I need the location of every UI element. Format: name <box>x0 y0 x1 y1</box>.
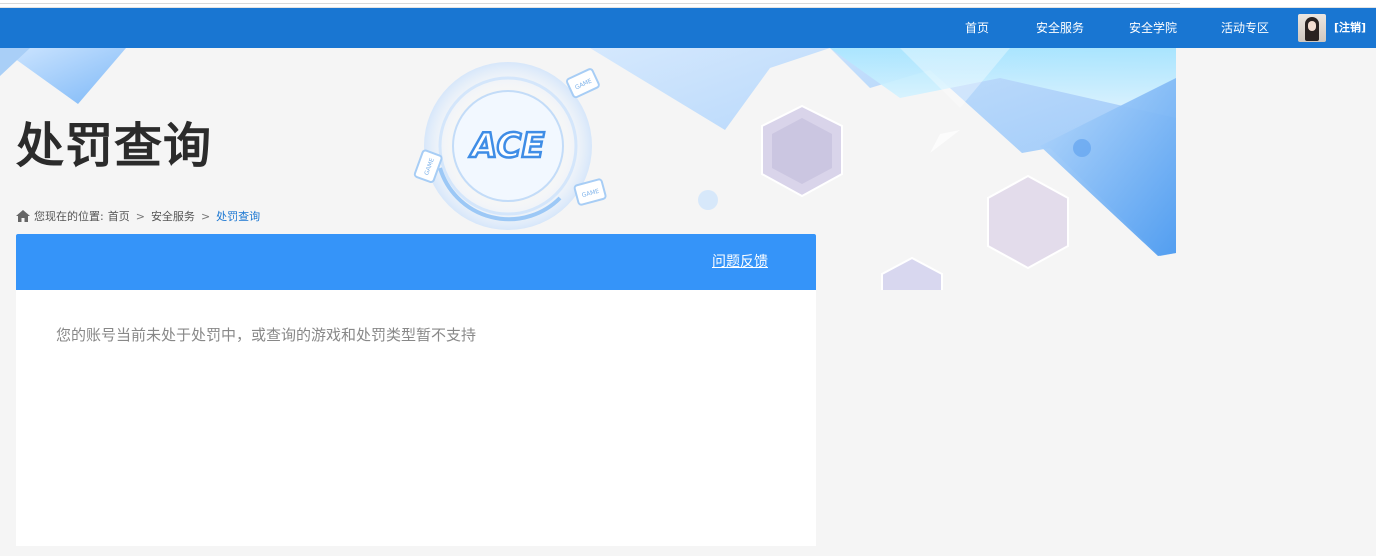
breadcrumb-separator: > <box>135 209 145 223</box>
hero-hexagon-2 <box>987 174 1069 270</box>
breadcrumb-current: 处罚查询 <box>216 210 261 223</box>
top-navbar: 首页 安全服务 安全学院 活动专区 [注销] <box>0 8 1376 48</box>
breadcrumb-separator: > <box>200 209 211 223</box>
bubble-1 <box>698 190 718 210</box>
result-card: 问题反馈 您的账号当前未处于处罚中，或查询的游戏和处罚类型暂不支持 <box>16 234 816 546</box>
breadcrumb-prefix: 您现在的位置: <box>34 210 104 223</box>
result-message: 您的账号当前未处于处罚中，或查询的游戏和处罚类型暂不支持 <box>56 326 477 344</box>
avatar[interactable] <box>1298 14 1326 42</box>
ace-logo-text: ACE <box>468 126 544 166</box>
nav-item-security-services[interactable]: 安全服务 <box>1036 8 1084 48</box>
nav-item-events[interactable]: 活动专区 <box>1221 8 1269 48</box>
bubble-2 <box>1073 139 1091 157</box>
hero-hexagon-3 <box>881 256 943 290</box>
logout-link[interactable]: [注销] <box>1334 8 1366 48</box>
page-title: 处罚查询 <box>16 118 213 174</box>
nav-item-home[interactable]: 首页 <box>965 8 989 48</box>
breadcrumb: 您现在的位置: 首页 > 安全服务 > 处罚查询 <box>16 208 260 224</box>
shard-light <box>930 130 960 153</box>
top-divider <box>0 3 1180 4</box>
breadcrumb-security-services[interactable]: 安全服务 <box>151 208 195 224</box>
browser-top-strip <box>0 0 1376 8</box>
avatar-face <box>1308 21 1316 31</box>
feedback-link[interactable]: 问题反馈 <box>712 234 768 290</box>
breadcrumb-home[interactable]: 首页 <box>108 208 130 224</box>
nav-item-security-academy[interactable]: 安全学院 <box>1129 8 1177 48</box>
home-icon <box>16 210 30 222</box>
result-card-header: 问题反馈 <box>16 234 816 290</box>
